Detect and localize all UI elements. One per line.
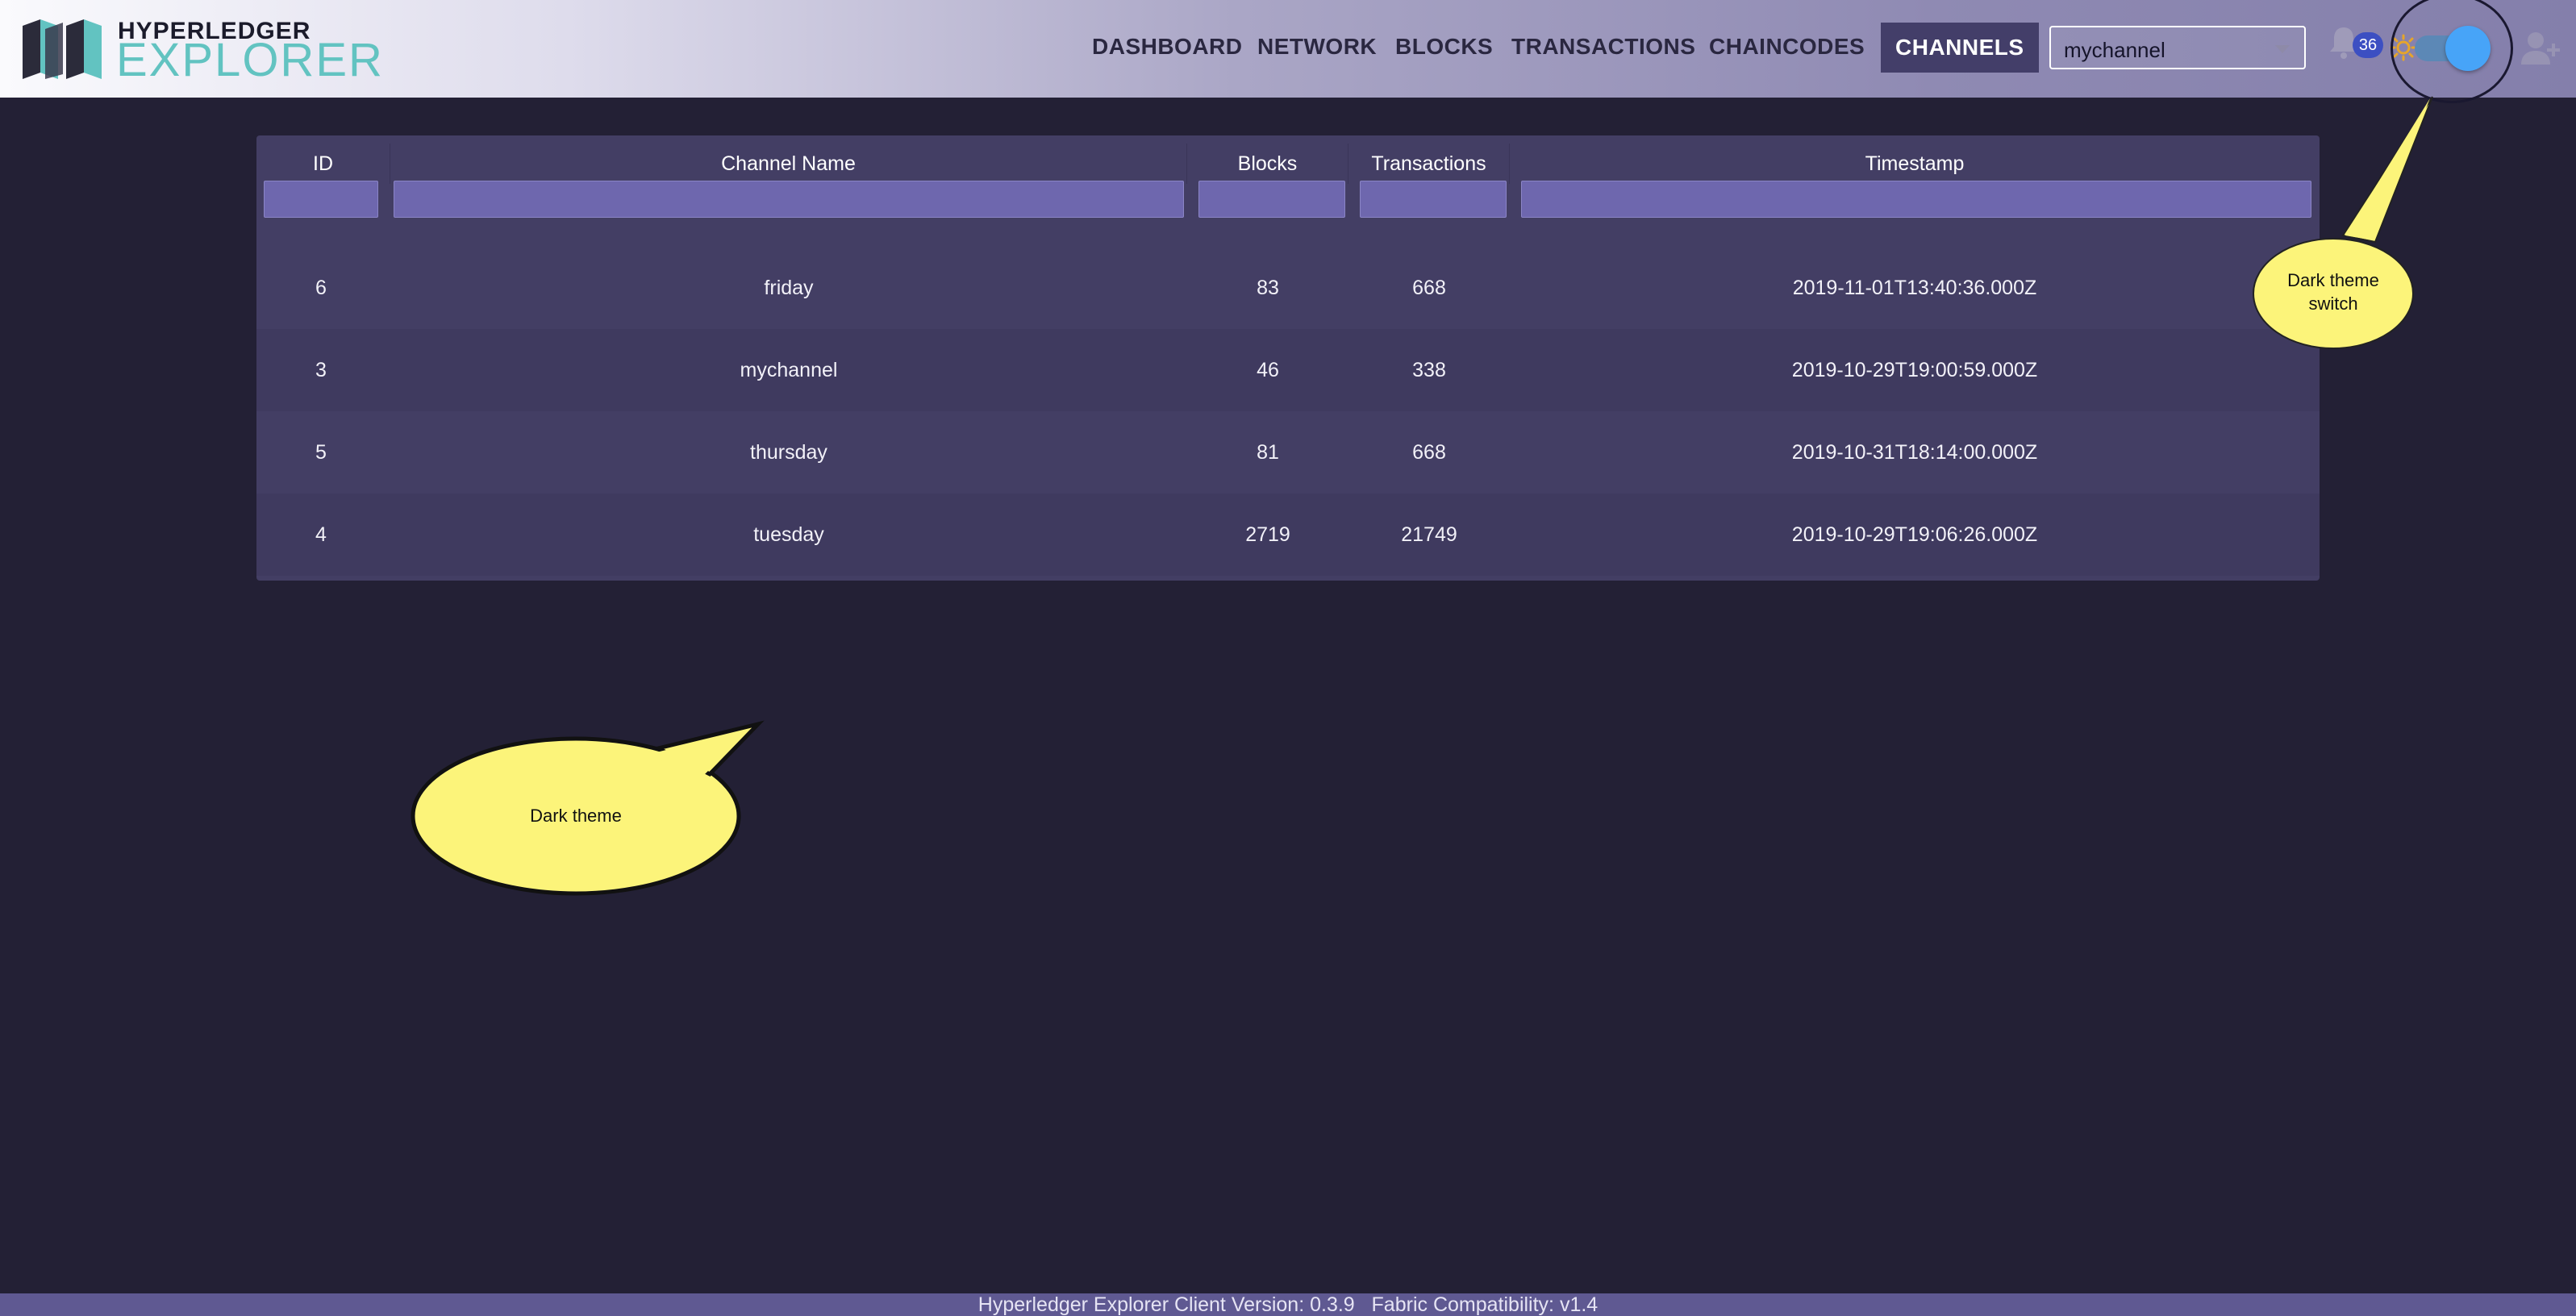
cell-id: 5: [315, 441, 327, 464]
cell-channel-name: mychannel: [740, 359, 838, 381]
nav-network[interactable]: NETWORK: [1257, 21, 1377, 73]
nav-transactions[interactable]: TRANSACTIONS: [1511, 21, 1695, 73]
nav-chaincodes[interactable]: CHAINCODES: [1709, 21, 1865, 73]
cell-blocks: 81: [1257, 441, 1279, 464]
notification-badge: 36: [2353, 32, 2383, 58]
cell-channel-name: tuesday: [753, 523, 824, 546]
table-row[interactable]: 4 tuesday 2719 21749 2019-10-29T19:06:26…: [256, 494, 2320, 576]
dark-theme-toggle-knob[interactable]: [2445, 26, 2491, 71]
nav-dashboard[interactable]: DASHBOARD: [1092, 21, 1243, 73]
add-user-icon[interactable]: [2521, 31, 2563, 66]
logo-text-bottom: EXPLORER: [116, 34, 384, 86]
filter-input-channel-name[interactable]: [394, 181, 1184, 218]
nav-channels[interactable]: CHANNELS: [1881, 23, 2039, 73]
channels-table: ID Channel Name Blocks Transactions Time…: [256, 135, 2320, 581]
top-navbar: HYPERLEDGER EXPLORER DASHBOARD NETWORK B…: [0, 0, 2576, 103]
toggle-callout-text: Dark theme switch: [2269, 269, 2398, 315]
table-row[interactable]: 3 mychannel 46 338 2019-10-29T19:00:59.0…: [256, 329, 2320, 411]
footer-version-info: Hyperledger Explorer Client Version: 0.3…: [0, 1293, 2576, 1316]
cell-transactions: 21749: [1401, 523, 1457, 546]
cell-transactions: 668: [1412, 441, 1446, 464]
filter-input-transactions[interactable]: [1360, 181, 1507, 218]
table-row[interactable]: 5 thursday 81 668 2019-10-31T18:14:00.00…: [256, 411, 2320, 494]
dark-theme-callout-text: Dark theme: [530, 806, 622, 826]
cell-timestamp: 2019-10-29T19:00:59.000Z: [1791, 359, 2038, 381]
cell-timestamp: 2019-10-31T18:14:00.000Z: [1791, 441, 2038, 464]
toggle-callout-line1: Dark theme: [2287, 270, 2379, 290]
channel-select-value: mychannel: [2064, 38, 2165, 62]
cell-id: 6: [315, 277, 327, 299]
cell-channel-name: thursday: [750, 441, 827, 464]
cell-blocks: 46: [1257, 359, 1279, 381]
cell-transactions: 338: [1412, 359, 1446, 381]
column-header-transactions[interactable]: Transactions: [1348, 144, 1510, 184]
cell-timestamp: 2019-10-29T19:06:26.000Z: [1791, 523, 2038, 546]
cell-blocks: 2719: [1245, 523, 1290, 546]
logo-cubes-icon: [23, 19, 102, 79]
filter-input-timestamp[interactable]: [1521, 181, 2311, 218]
column-header-timestamp[interactable]: Timestamp: [1510, 144, 2320, 184]
cell-channel-name: friday: [764, 277, 814, 299]
column-header-channel-name[interactable]: Channel Name: [390, 144, 1187, 184]
column-header-id[interactable]: ID: [256, 144, 390, 184]
toggle-callout-line2: switch: [2308, 294, 2358, 314]
cell-id: 3: [315, 359, 327, 381]
filter-input-id[interactable]: [264, 181, 378, 218]
nav-blocks[interactable]: BLOCKS: [1395, 21, 1493, 73]
filter-input-blocks[interactable]: [1198, 181, 1345, 218]
cell-timestamp: 2019-11-01T13:40:36.000Z: [1792, 277, 2037, 299]
channel-select[interactable]: mychannel: [2049, 26, 2306, 69]
hyperledger-explorer-logo[interactable]: HYPERLEDGER EXPLORER: [21, 18, 382, 84]
chevron-down-icon: [2275, 45, 2290, 53]
cell-id: 4: [315, 523, 327, 546]
cell-blocks: 83: [1257, 277, 1279, 299]
table-row[interactable]: 6 friday 83 668 2019-11-01T13:40:36.000Z: [256, 247, 2320, 329]
cell-transactions: 668: [1412, 277, 1446, 299]
column-header-blocks[interactable]: Blocks: [1187, 144, 1348, 184]
